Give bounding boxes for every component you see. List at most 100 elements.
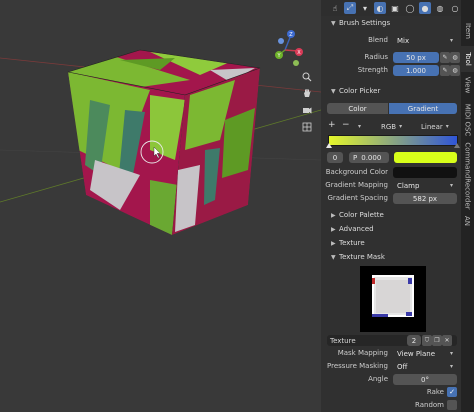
chevron-down-icon: ▼ bbox=[331, 87, 336, 95]
tab-item[interactable]: Item bbox=[461, 18, 474, 44]
color-mode-tab[interactable]: Color bbox=[327, 103, 388, 114]
chevron-right-icon: ▶ bbox=[331, 211, 336, 219]
tab-item-label: Item bbox=[463, 23, 472, 39]
texture-header[interactable]: ▶ Texture bbox=[321, 236, 461, 250]
blend-dropdown[interactable]: Mix ▾ bbox=[393, 35, 457, 46]
advanced-header[interactable]: ▶ Advanced bbox=[321, 222, 461, 236]
rake-checkbox[interactable]: ✓ bbox=[447, 387, 457, 397]
gradient-spacing-value: 582 px bbox=[412, 194, 438, 203]
texture-mask-header[interactable]: ▼ Texture Mask bbox=[321, 250, 461, 264]
angle-field[interactable]: 0° bbox=[393, 374, 457, 385]
interpolation-dropdown[interactable]: Linear ▾ bbox=[421, 121, 459, 132]
strength-label: Strength bbox=[357, 66, 388, 74]
selectability-icon[interactable]: ☝ bbox=[329, 2, 341, 14]
advanced-title: Advanced bbox=[339, 225, 374, 233]
gizmo-z-label: Z bbox=[289, 32, 293, 38]
tab-view[interactable]: View bbox=[461, 72, 474, 98]
chevron-down-icon: ▾ bbox=[445, 123, 449, 130]
material-shading-icon[interactable]: ◍ bbox=[434, 2, 446, 14]
pressure-masking-dropdown[interactable]: Off ▾ bbox=[393, 361, 457, 372]
color-mode-value: RGB bbox=[381, 122, 397, 131]
rendered-shading-icon[interactable]: ○ bbox=[449, 2, 461, 14]
mask-mapping-dropdown[interactable]: View Plane ▾ bbox=[393, 348, 457, 359]
unified-globe-icon[interactable]: ◍ bbox=[450, 65, 460, 76]
camera-icon[interactable] bbox=[300, 103, 314, 117]
random-checkbox[interactable] bbox=[447, 400, 457, 410]
gizmo-y-neg[interactable] bbox=[293, 60, 299, 66]
color-picker-title: Color Picker bbox=[339, 87, 381, 95]
tab-tool-label: Tool bbox=[463, 52, 472, 66]
gradient-spacing-label: Gradient Spacing bbox=[327, 194, 388, 202]
brush-settings-header[interactable]: ▼ Brush Settings bbox=[321, 16, 461, 30]
3d-viewport[interactable]: Z X Y bbox=[0, 0, 321, 412]
blend-label: Blend bbox=[368, 36, 388, 44]
chevron-down-icon: ▾ bbox=[449, 182, 453, 189]
gizmo-icon[interactable]: ⤢ bbox=[344, 2, 356, 14]
background-color-label: Background Color bbox=[325, 168, 388, 176]
gradient-mapping-value: Clamp bbox=[397, 181, 420, 190]
radius-field[interactable]: 50 px bbox=[393, 52, 439, 63]
solid-shading-icon[interactable]: ● bbox=[419, 2, 431, 14]
fake-user-shield-icon[interactable]: ⛉ bbox=[422, 335, 432, 346]
interpolation-value: Linear bbox=[421, 122, 443, 131]
random-label: Random bbox=[415, 401, 444, 409]
add-stop-button[interactable]: + bbox=[328, 120, 336, 130]
texture-users-count[interactable]: 2 bbox=[407, 335, 421, 346]
color-tab-label: Color bbox=[348, 104, 367, 113]
overlays-icon[interactable]: ◐ bbox=[374, 2, 386, 14]
viewport-header-strip: ☝ ⤢ ▾ ◐ ▣ ◯ ● ◍ ○ bbox=[321, 0, 461, 16]
gradient-menu-chevron-icon[interactable]: ▾ bbox=[358, 123, 361, 130]
strength-field[interactable]: 1.000 bbox=[393, 65, 439, 76]
texture-mask-title: Texture Mask bbox=[339, 253, 385, 261]
gradient-stop-left[interactable] bbox=[326, 143, 332, 148]
background-color-swatch[interactable] bbox=[393, 167, 457, 178]
tab-an-label: AN bbox=[463, 215, 472, 227]
grid-icon[interactable] bbox=[300, 120, 314, 134]
gradient-mode-tab[interactable]: Gradient bbox=[389, 103, 457, 114]
texture-slot-name: Texture bbox=[330, 336, 356, 345]
angle-value: 0° bbox=[421, 375, 429, 384]
brush-settings-title: Brush Settings bbox=[339, 19, 391, 27]
tab-an[interactable]: AN bbox=[461, 212, 474, 230]
texture-users-value: 2 bbox=[411, 336, 417, 345]
texture-mask-preview[interactable] bbox=[360, 266, 426, 332]
radius-value: 50 px bbox=[406, 53, 426, 62]
stop-position-field[interactable]: P 0.000 bbox=[349, 152, 389, 163]
tab-command-recorder[interactable]: CommandRecorder bbox=[461, 142, 474, 210]
xray-icon[interactable]: ▣ bbox=[389, 2, 401, 14]
stop-index-field[interactable]: 0 bbox=[327, 152, 343, 163]
tab-midi-osc[interactable]: MIDI OSC bbox=[461, 100, 474, 140]
gradient-mapping-label: Gradient Mapping bbox=[325, 181, 388, 189]
tab-midi-osc-label: MIDI OSC bbox=[463, 103, 472, 137]
navigation-gizmo[interactable]: Z X Y bbox=[275, 30, 303, 66]
zoom-icon[interactable] bbox=[300, 70, 314, 84]
stop-color-swatch[interactable] bbox=[394, 152, 457, 163]
pressure-pen-icon[interactable]: ✎ bbox=[440, 65, 450, 76]
hand-icon[interactable] bbox=[300, 86, 314, 100]
close-icon[interactable]: ✕ bbox=[442, 335, 452, 346]
gradient-mapping-dropdown[interactable]: Clamp ▾ bbox=[393, 180, 457, 191]
color-palette-header[interactable]: ▶ Color Palette bbox=[321, 208, 461, 222]
tab-command-recorder-label: CommandRecorder bbox=[463, 142, 472, 210]
radius-label: Radius bbox=[364, 53, 388, 61]
unified-globe-icon[interactable]: ◍ bbox=[450, 52, 460, 63]
pressure-masking-value: Off bbox=[397, 362, 408, 371]
gradient-stop-right[interactable] bbox=[454, 143, 460, 148]
color-picker-header[interactable]: ▼ Color Picker bbox=[321, 84, 461, 98]
remove-stop-button[interactable]: − bbox=[342, 120, 350, 130]
gizmo-z-neg[interactable] bbox=[278, 38, 284, 44]
chevron-down-icon: ▾ bbox=[449, 350, 453, 357]
gradient-ramp[interactable] bbox=[328, 135, 458, 146]
duplicate-icon[interactable]: ❐ bbox=[432, 335, 442, 346]
gizmo-dropdown-icon[interactable]: ▾ bbox=[359, 2, 371, 14]
pressure-pen-icon[interactable]: ✎ bbox=[440, 52, 450, 63]
wireframe-shading-icon[interactable]: ◯ bbox=[404, 2, 416, 14]
pressure-masking-label: Pressure Masking bbox=[327, 362, 388, 370]
color-mode-dropdown[interactable]: RGB ▾ bbox=[381, 121, 417, 132]
color-palette-title: Color Palette bbox=[339, 211, 384, 219]
gradient-spacing-field[interactable]: 582 px bbox=[393, 193, 457, 204]
stop-position-value: 0.000 bbox=[361, 153, 382, 162]
tab-tool[interactable]: Tool bbox=[461, 46, 474, 72]
texture-title: Texture bbox=[339, 239, 365, 247]
strength-value: 1.000 bbox=[405, 66, 427, 75]
